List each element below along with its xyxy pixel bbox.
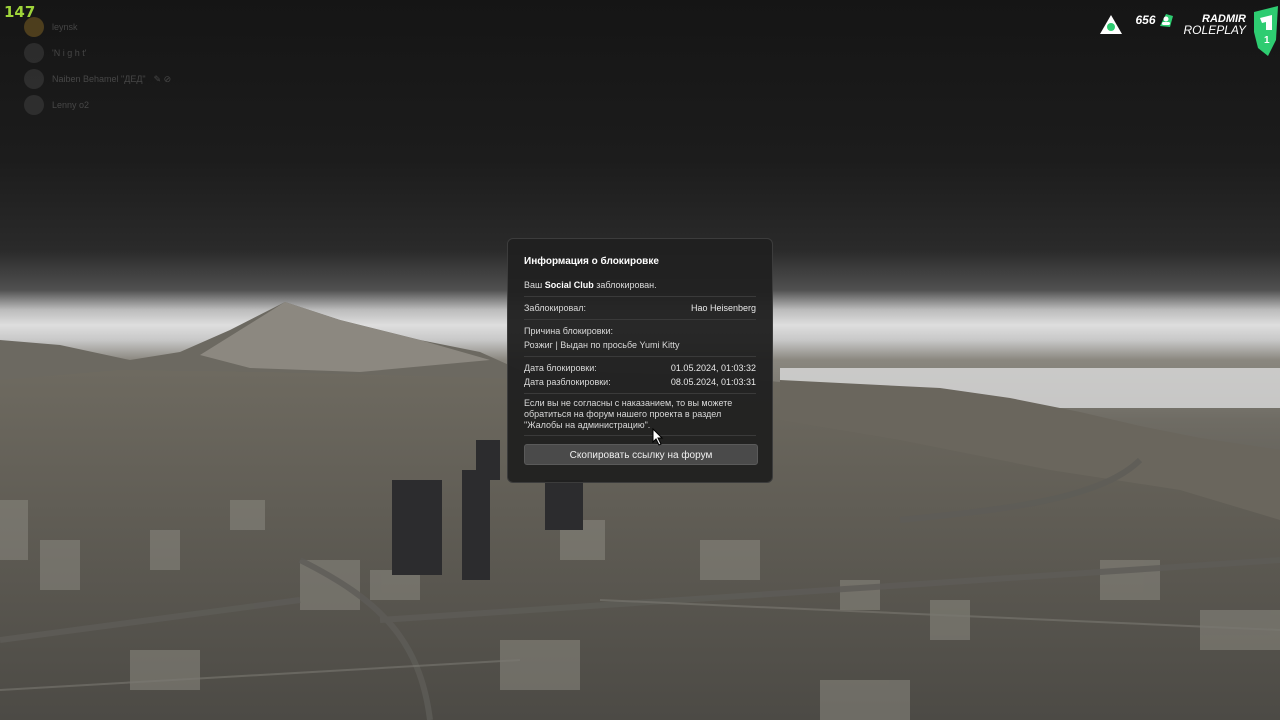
unban-date-value: 08.05.2024, 01:03:31 xyxy=(670,377,756,387)
ban-info-dialog: Информация о блокировке Ваш Social Club … xyxy=(507,238,773,483)
divider xyxy=(524,296,756,297)
blocked-by-row: Заблокировал: Hao Heisenberg xyxy=(524,301,756,315)
dialog-title: Информация о блокировке xyxy=(524,256,659,267)
radmir-logo: 1 xyxy=(1250,4,1280,60)
ban-date-row: Дата блокировки: 01.05.2024, 01:03:32 xyxy=(524,361,756,375)
ban-notice: Ваш Social Club заблокирован. xyxy=(524,278,756,292)
online-count: 656 xyxy=(1135,13,1156,27)
avatar xyxy=(24,69,44,89)
logo-line-2: ROLEPLAY xyxy=(1183,23,1246,37)
blocked-by-label: Заблокировал: xyxy=(524,303,586,313)
reason-value: Розжиг | Выдан по просьбе Yumi Kitty xyxy=(524,340,680,350)
server-brand: 656 RADMIR ROLEPLAY 1 xyxy=(1099,0,1280,72)
avatar xyxy=(24,43,44,63)
notice-bold: Social Club xyxy=(544,280,594,290)
divider xyxy=(524,393,756,394)
voice-user: leynsk xyxy=(24,14,171,40)
voice-user: Lenny o2 xyxy=(24,92,171,118)
notice-suffix: заблокирован. xyxy=(596,280,657,290)
game-scene: 147 leynsk 'N i g h t' Naiben Behamel "Д… xyxy=(0,0,1280,720)
radmir-logo-icon xyxy=(1254,6,1278,56)
people-icon xyxy=(1159,14,1173,27)
avatar xyxy=(24,17,44,37)
divider xyxy=(524,319,756,320)
voice-status-icons: ✎ ⊘ xyxy=(153,73,172,84)
ban-date-value: 01.05.2024, 01:03:32 xyxy=(670,363,756,373)
divider xyxy=(524,356,756,357)
reason-label: Причина блокировки: xyxy=(524,326,614,336)
ban-date-label: Дата блокировки: xyxy=(524,363,597,373)
server-number: 1 xyxy=(1264,35,1270,46)
voice-user-name: Naiben Behamel "ДЕД" xyxy=(52,74,146,84)
voice-user-name: 'N i g h t' xyxy=(52,48,87,58)
avatar xyxy=(24,95,44,115)
appeal-text: Если вы не согласны с наказанием, то вы … xyxy=(524,398,733,430)
voice-user-name: Lenny o2 xyxy=(52,100,90,110)
online-counter: 656 xyxy=(1135,12,1173,28)
unban-date-row: Дата разблокировки: 08.05.2024, 01:03:31 xyxy=(524,375,756,389)
voice-user: Naiben Behamel "ДЕД" ✎ ⊘ xyxy=(24,66,171,92)
notice-prefix: Ваш xyxy=(524,280,543,290)
unban-date-label: Дата разблокировки: xyxy=(524,377,611,387)
radmir-logo-text: RADMIR ROLEPLAY xyxy=(1183,14,1246,37)
copy-forum-link-button[interactable]: Скопировать ссылку на форум xyxy=(524,444,758,465)
voice-user-name: leynsk xyxy=(52,22,78,32)
voice-user: 'N i g h t' xyxy=(24,40,171,66)
blocked-by-value: Hao Heisenberg xyxy=(690,303,756,313)
voice-chat-list: leynsk 'N i g h t' Naiben Behamel "ДЕД" … xyxy=(24,14,171,118)
mouse-cursor-icon xyxy=(652,428,664,446)
divider xyxy=(524,435,756,436)
server-icon xyxy=(1100,15,1123,34)
